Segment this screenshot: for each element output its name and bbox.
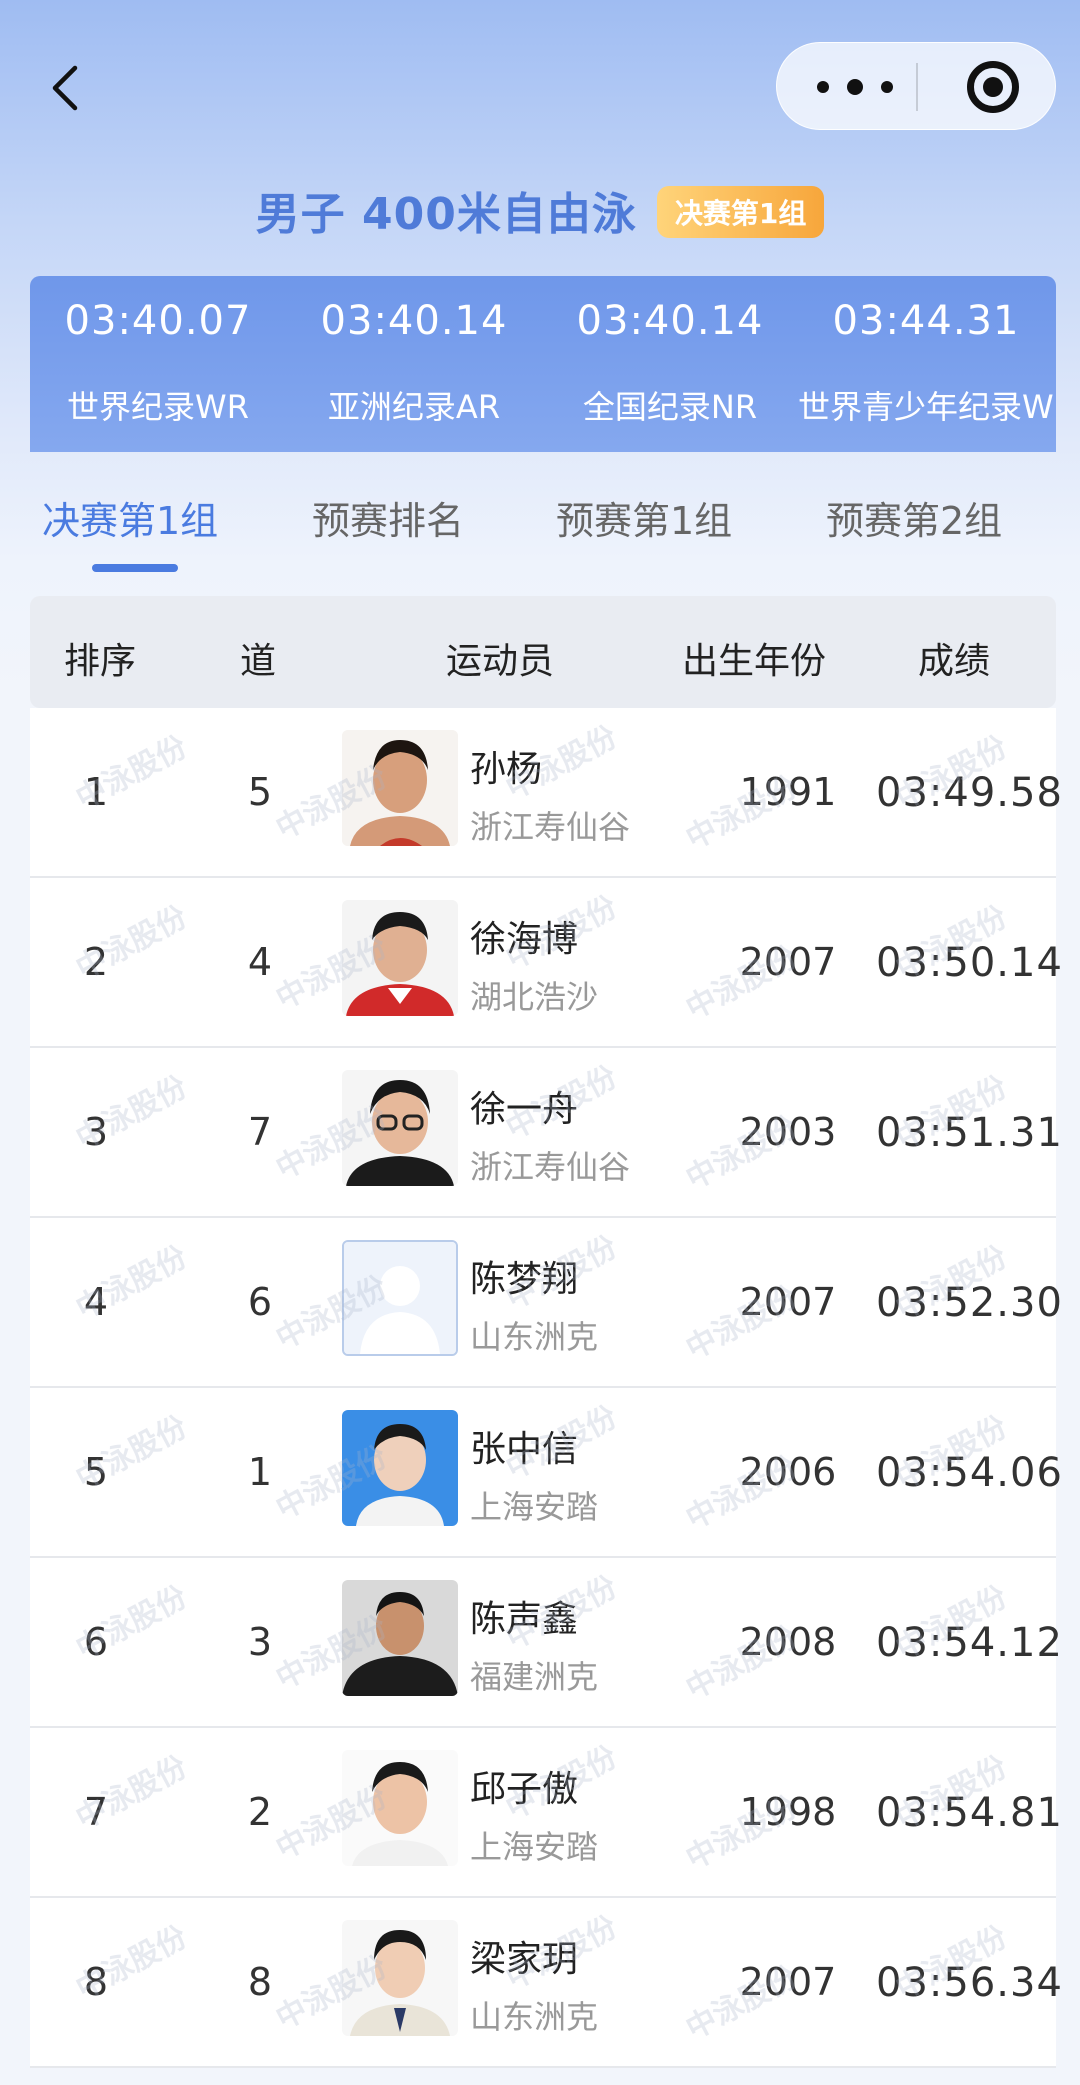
table-row[interactable]: 3 7 徐一舟 浙江寿仙谷 2003 03:51.31 中泳股份 中泳股份 中泳股份…	[30, 1048, 1062, 1218]
rank-cell: 5	[83, 1450, 109, 1494]
athlete-name: 孙杨	[470, 749, 543, 790]
table-row[interactable]: 8 8 梁家玥 山东洲克 2007 03:56.34 中泳股份 中泳股份 中泳股份中…	[30, 1898, 1062, 2068]
athlete-photo	[342, 1410, 458, 1526]
birth-year-cell: 2007	[739, 940, 837, 984]
heat-badge: 决赛第1组	[656, 186, 825, 238]
athlete-team: 山东洲克	[470, 1318, 599, 1356]
header-athlete: 运动员	[446, 641, 555, 682]
athlete-name: 徐海博	[470, 919, 579, 960]
athlete-photo	[342, 1580, 458, 1696]
record-time: 03:40.14	[320, 298, 508, 344]
results-table-header: 排序 道 运动员 出生年份 成绩	[30, 596, 1056, 708]
birth-year-cell: 2003	[739, 1110, 837, 1154]
record-nr: 03:40.14 全国纪录NR	[542, 276, 798, 452]
header-rank: 排序	[64, 641, 137, 682]
back-button[interactable]	[40, 60, 90, 116]
record-time: 03:44.31	[832, 298, 1020, 344]
lane-cell: 8	[247, 1960, 273, 2004]
record-wr: 03:40.07 世界纪录WR	[30, 276, 286, 452]
header-birth-year: 出生年份	[682, 641, 827, 682]
result-cell: 03:50.14	[876, 940, 1063, 986]
table-row[interactable]: 6 3 陈声鑫 福建洲克 2008 03:54.12 中泳股份 中泳股份 中泳股份中…	[30, 1558, 1062, 1728]
lane-cell: 7	[247, 1110, 273, 1154]
rank-cell: 7	[83, 1790, 109, 1834]
lane-cell: 5	[247, 770, 273, 814]
result-cell: 03:54.81	[876, 1790, 1063, 1836]
chevron-left-icon	[52, 65, 78, 111]
event-title: 男子 400米自由泳	[255, 189, 637, 240]
result-cell: 03:49.58	[876, 770, 1063, 816]
result-cell: 03:54.06	[876, 1450, 1063, 1496]
birth-year-cell: 2008	[739, 1620, 837, 1664]
capsule-divider	[916, 63, 918, 111]
tab-bar: 决赛第1组 预赛排名 预赛第1组 预赛第2组	[0, 490, 1080, 570]
rank-cell: 3	[83, 1110, 109, 1154]
record-label: 亚洲纪录AR	[327, 388, 501, 426]
athlete-photo	[342, 900, 458, 1016]
record-label: 世界青少年纪录W	[798, 388, 1054, 426]
rank-cell: 6	[83, 1620, 109, 1664]
tab-prelim-ranking[interactable]: 预赛排名	[312, 490, 464, 545]
more-icon[interactable]	[817, 73, 893, 101]
record-time: 03:40.14	[576, 298, 764, 344]
close-target-icon[interactable]	[967, 61, 1019, 113]
record-wjr: 03:44.31 世界青少年纪录W	[798, 276, 1056, 452]
birth-year-cell: 2007	[739, 1280, 837, 1324]
result-cell: 03:56.34	[876, 1960, 1063, 2006]
athlete-team: 福建洲克	[470, 1658, 599, 1696]
table-row[interactable]: 1 5 孙杨 浙江寿仙谷 1991 03:49.58 中泳股份 中泳股份 中泳股份中…	[30, 708, 1062, 878]
athlete-team: 湖北浩沙	[470, 978, 599, 1016]
athlete-team: 浙江寿仙谷	[470, 1148, 631, 1186]
record-time: 03:40.07	[64, 298, 252, 344]
rank-cell: 8	[83, 1960, 109, 2004]
athlete-name: 陈声鑫	[470, 1599, 579, 1640]
athlete-name: 邱子傲	[470, 1769, 579, 1810]
record-ar: 03:40.14 亚洲纪录AR	[286, 276, 542, 452]
tab-prelim-group-2[interactable]: 预赛第2组	[826, 490, 1002, 545]
lane-cell: 1	[247, 1450, 273, 1494]
table-row[interactable]: 5 1 张中信 上海安踏 2006 03:54.06 中泳股份 中泳股份 中泳股份中…	[30, 1388, 1062, 1558]
table-row[interactable]: 7 2 邱子傲 上海安踏 1998 03:54.81 中泳股份 中泳股份 中泳股份中…	[30, 1728, 1062, 1898]
record-label: 世界纪录WR	[67, 388, 249, 426]
rank-cell: 2	[83, 940, 109, 984]
athlete-name: 徐一舟	[470, 1089, 579, 1130]
placeholder-avatar-icon	[342, 1240, 458, 1356]
result-cell: 03:51.31	[876, 1110, 1063, 1156]
athlete-photo	[342, 1070, 458, 1186]
rank-cell: 4	[83, 1280, 109, 1324]
birth-year-cell: 2007	[739, 1960, 837, 2004]
birth-year-cell: 1991	[739, 770, 837, 814]
lane-cell: 3	[247, 1620, 273, 1664]
birth-year-cell: 1998	[739, 1790, 837, 1834]
rank-cell: 1	[83, 770, 109, 814]
header-lane: 道	[240, 641, 277, 682]
records-card: 03:40.07 世界纪录WR 03:40.14 亚洲纪录AR 03:40.14…	[30, 276, 1056, 452]
athlete-photo	[342, 1750, 458, 1866]
athlete-name: 张中信	[470, 1429, 579, 1470]
header-result: 成绩	[918, 641, 991, 682]
table-row[interactable]: 2 4 徐海博 湖北浩沙 2007 03:50.14 中泳股份 中泳股份 中泳股份中…	[30, 878, 1062, 1048]
event-title-row: 男子 400米自由泳 决赛第1组	[0, 180, 1080, 240]
athlete-team: 上海安踏	[470, 1488, 599, 1526]
athlete-photo	[342, 1920, 458, 2036]
lane-cell: 2	[247, 1790, 273, 1834]
athlete-team: 浙江寿仙谷	[470, 808, 631, 846]
athlete-team: 上海安踏	[470, 1828, 599, 1866]
athlete-team: 山东洲克	[470, 1998, 599, 2036]
lane-cell: 6	[247, 1280, 273, 1324]
result-cell: 03:54.12	[876, 1620, 1063, 1666]
tab-final-group-1[interactable]: 决赛第1组	[42, 490, 218, 545]
mini-program-capsule	[776, 42, 1056, 130]
tab-prelim-group-1[interactable]: 预赛第1组	[556, 490, 732, 545]
athlete-name: 梁家玥	[470, 1939, 579, 1980]
record-label: 全国纪录NR	[582, 388, 758, 426]
athlete-name: 陈梦翔	[470, 1259, 579, 1300]
athlete-photo	[342, 730, 458, 846]
result-cell: 03:52.30	[876, 1280, 1063, 1326]
birth-year-cell: 2006	[739, 1450, 837, 1494]
table-row[interactable]: 4 6 陈梦翔 山东洲克 2007 03:52.30 中泳股份 中泳股份 中泳股份中…	[30, 1218, 1062, 1388]
lane-cell: 4	[247, 940, 273, 984]
active-tab-indicator	[92, 564, 178, 572]
